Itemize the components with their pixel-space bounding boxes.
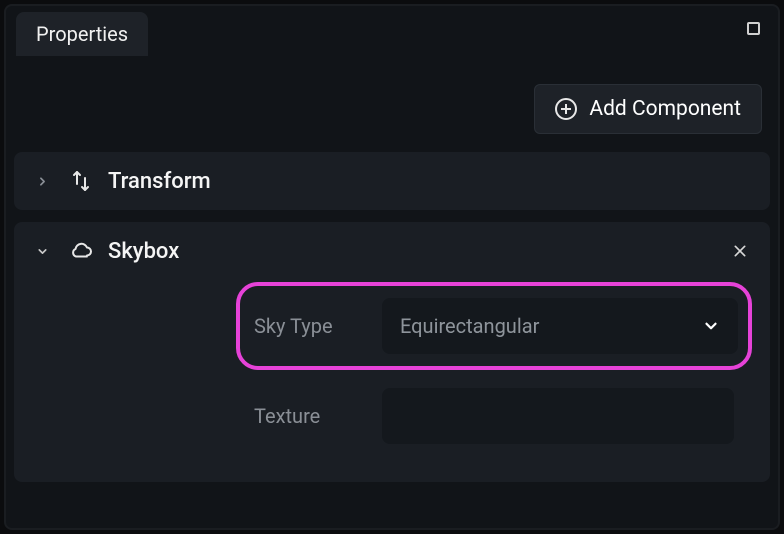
sky-type-dropdown[interactable]: Equirectangular: [382, 298, 738, 354]
component-header-skybox[interactable]: Skybox: [14, 226, 770, 276]
plus-circle-icon: [555, 98, 577, 120]
component-title: Skybox: [108, 239, 179, 264]
sky-type-value: Equirectangular: [400, 314, 539, 338]
texture-input[interactable]: [382, 388, 734, 444]
chevron-down-icon: [702, 317, 720, 335]
transform-arrows-icon: [68, 168, 94, 194]
add-component-label: Add Component: [589, 97, 741, 121]
add-component-row: Add Component: [14, 74, 770, 152]
cloud-icon: [68, 238, 94, 264]
component-skybox: Skybox Sky Type Equirectangular: [14, 222, 770, 482]
field-sky-type: Sky Type Equirectangular: [236, 282, 752, 370]
remove-component-button[interactable]: [728, 239, 752, 263]
field-label-sky-type: Sky Type: [254, 314, 382, 338]
field-texture: Texture: [240, 388, 748, 444]
component-title: Transform: [108, 169, 211, 194]
tabs-bar: Properties: [6, 6, 778, 56]
component-header-transform[interactable]: Transform: [14, 156, 770, 206]
tab-properties[interactable]: Properties: [16, 12, 148, 56]
chevron-right-icon: [30, 169, 54, 193]
component-transform: Transform: [14, 152, 770, 210]
panel-content: Add Component Transform: [6, 56, 778, 528]
maximize-icon[interactable]: [747, 22, 760, 35]
properties-panel: Properties Add Component: [4, 4, 780, 530]
skybox-fields: Sky Type Equirectangular Texture: [14, 276, 770, 478]
chevron-down-icon: [30, 239, 54, 263]
add-component-button[interactable]: Add Component: [534, 84, 762, 134]
tab-label: Properties: [36, 22, 128, 46]
field-label-texture: Texture: [254, 404, 382, 428]
